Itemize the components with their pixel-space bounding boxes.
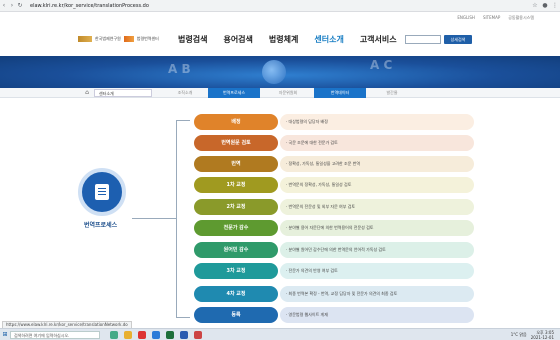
logo-text-center: 법령번역센터 <box>136 36 159 41</box>
step-description: · 전문가 의견의 반영 여부 검토 <box>280 263 474 279</box>
step-description: · 번역문의 전문성 및 외부 자문 여부 검토 <box>280 199 474 215</box>
step-row: 배정 · 대상법령의 담당자 배정 <box>194 114 474 130</box>
step-pill: 4차 교정 <box>194 286 278 302</box>
taskbar-search-input[interactable]: 검색하려면 여기에 입력하십시오. <box>10 330 100 339</box>
step-pill: 배정 <box>194 114 278 130</box>
process-title: 번역프로세스 <box>84 222 118 229</box>
link-english[interactable]: ENGLISH <box>457 15 475 21</box>
browser-toolbar: ‹ › ↻ elaw.klri.re.kr/kor_service/transl… <box>0 0 560 12</box>
alphabet-deco-right: A C <box>370 58 393 72</box>
step-row: 번역 · 정확성, 가독성, 통일성을 고려한 조문 번역 <box>194 156 474 172</box>
forward-icon[interactable]: › <box>8 2 16 9</box>
step-row: 3차 교정 · 전문가 의견의 반영 여부 검토 <box>194 263 474 279</box>
step-description: · 영문법령 웹사이트 게재 <box>280 307 474 323</box>
step-pill: 번역 <box>194 156 278 172</box>
powerpoint-icon[interactable] <box>194 330 202 339</box>
excel-icon[interactable] <box>166 330 174 339</box>
tab-publications[interactable]: 발간물 <box>366 88 418 98</box>
back-icon[interactable]: ‹ <box>0 2 8 9</box>
search-input[interactable] <box>405 35 441 44</box>
step-pill: 번역원문 검토 <box>194 135 278 151</box>
link-sitemap[interactable]: SITEMAP <box>483 15 500 21</box>
main-navigation: 법령검색 용어검색 법령체계 센터소개 고객서비스 <box>178 34 397 45</box>
system-tray: 1°C 맑음 오후 3:05 2021-12-01 <box>511 330 560 340</box>
tab-translation-process[interactable]: 번역프로세스 <box>208 88 260 98</box>
file-explorer-icon[interactable] <box>124 330 132 339</box>
utility-links: ENGLISH SITEMAP 공동활용시스템 <box>457 15 534 21</box>
step-row: 등록 · 영문법령 웹사이트 게재 <box>194 307 474 323</box>
document-circle <box>78 168 126 216</box>
klri-logo-mark <box>78 36 92 42</box>
center-logo-mark <box>123 36 134 42</box>
tab-translation-data[interactable]: 번역데이터 <box>314 88 366 98</box>
step-pill: 3차 교정 <box>194 263 278 279</box>
home-icon[interactable]: ⌂ <box>82 89 92 97</box>
document-icon <box>95 184 109 200</box>
hero-banner: A B A C <box>0 56 560 88</box>
logo-text-klri: 한국법제연구원 <box>95 36 121 41</box>
section-dropdown[interactable]: 센터소개 <box>94 89 152 97</box>
step-row: 번역원문 검토 · 국문 조문에 대한 전문가 검토 <box>194 135 474 151</box>
clock[interactable]: 오후 3:05 2021-12-01 <box>531 330 554 340</box>
word-icon[interactable] <box>180 330 188 339</box>
detail-search-button[interactable]: 상세검색 <box>444 35 472 44</box>
windows-start-icon[interactable]: ⊞ <box>0 331 10 338</box>
alphabet-deco: A B <box>168 62 191 76</box>
gnb-term-search[interactable]: 용어검색 <box>223 34 252 45</box>
gnb-law-system[interactable]: 법령체계 <box>269 34 298 45</box>
step-description: · 최종 번역본 확정 - 번역, 교정 담당자 및 전문가 의견의 최종 검토 <box>280 286 474 302</box>
connector-line <box>132 218 176 219</box>
clock-date: 2021-12-01 <box>530 334 554 340</box>
site-header: 한국법제연구원 법령번역센터 법령검색 용어검색 법령체계 센터소개 고객서비스… <box>0 26 560 54</box>
bracket-line <box>176 120 190 318</box>
site-logo[interactable]: 한국법제연구원 법령번역센터 <box>78 36 159 42</box>
step-row: 2차 교정 · 번역문의 전문성 및 외부 자문 여부 검토 <box>194 199 474 215</box>
gnb-law-search[interactable]: 법령검색 <box>178 34 207 45</box>
gnb-customer-service[interactable]: 고객서비스 <box>360 34 397 45</box>
step-pill: 전문가 감수 <box>194 220 278 236</box>
step-row: 전문가 감수 · 분야별 용어 자문단에 의한 번역용어의 전문성 검토 <box>194 220 474 236</box>
star-icon[interactable]: ☆ <box>530 2 540 9</box>
step-row: 1차 교정 · 번역문의 정확성, 가독성, 통일성 검토 <box>194 177 474 193</box>
process-emblem: 번역프로세스 <box>78 168 126 229</box>
step-pill: 2차 교정 <box>194 199 278 215</box>
globe-graphic <box>262 60 286 84</box>
reload-icon[interactable]: ↻ <box>16 2 24 9</box>
step-description: · 분야별 용어 자문단에 의한 번역용어의 전문성 검토 <box>280 220 474 236</box>
step-description: · 분야별 원어민 감수단에 의한 번역문의 언어적 가독성 검토 <box>280 242 474 258</box>
step-pill: 등록 <box>194 307 278 323</box>
tab-organization[interactable]: 조직소개 <box>160 88 210 98</box>
step-row: 4차 교정 · 최종 번역본 확정 - 번역, 교정 담당자 및 전문가 의견의… <box>194 286 474 302</box>
sub-navigation: ⌂ 센터소개 조직소개 번역프로세스 자문위원회 번역데이터 발간물 <box>0 88 560 98</box>
step-description: · 대상법령의 담당자 배정 <box>280 114 474 130</box>
step-pill: 원어민 감수 <box>194 242 278 258</box>
edge-icon[interactable] <box>152 330 160 339</box>
step-row: 원어민 감수 · 분야별 원어민 감수단에 의한 번역문의 언어적 가독성 검토 <box>194 242 474 258</box>
gnb-center-intro[interactable]: 센터소개 <box>314 34 343 45</box>
step-description: · 국문 조문에 대한 전문가 검토 <box>280 135 474 151</box>
os-taskbar: ⊞ 검색하려면 여기에 입력하십시오. 1°C 맑음 오후 3:05 2021-… <box>0 328 560 340</box>
menu-icon[interactable]: ⋮ <box>550 2 560 9</box>
step-description: · 정확성, 가독성, 통일성을 고려한 조문 번역 <box>280 156 474 172</box>
task-view-icon[interactable] <box>110 330 118 339</box>
profile-icon[interactable]: ● <box>540 2 550 9</box>
chrome-icon[interactable] <box>138 330 146 339</box>
taskbar-apps <box>110 330 202 339</box>
link-shared-system[interactable]: 공동활용시스템 <box>508 15 534 21</box>
weather-status[interactable]: 1°C 맑음 <box>511 332 527 338</box>
step-description: · 번역문의 정확성, 가독성, 통일성 검토 <box>280 177 474 193</box>
address-bar[interactable]: elaw.klri.re.kr/kor_service/translationP… <box>30 3 149 9</box>
step-pill: 1차 교정 <box>194 177 278 193</box>
tab-advisory-committee[interactable]: 자문위원회 <box>262 88 314 98</box>
